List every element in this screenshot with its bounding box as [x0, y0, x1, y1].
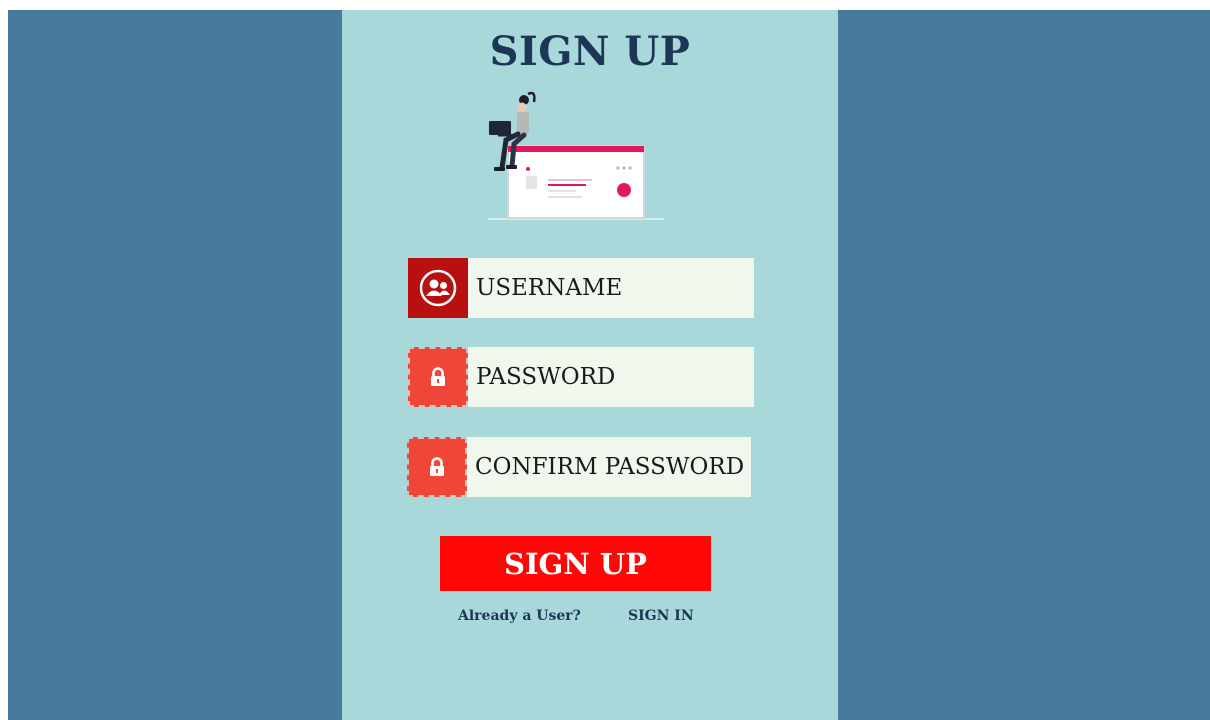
sign-in-link[interactable]: SIGN IN — [628, 608, 694, 624]
username-icon-box — [408, 258, 468, 318]
password-icon-box — [408, 347, 468, 407]
signup-panel: SIGN UP USERNAME PASSWORD CONFIRM PASSWO… — [342, 10, 838, 720]
confirm-password-field[interactable]: CONFIRM PASSWORD — [407, 437, 751, 497]
password-field[interactable]: PASSWORD — [408, 347, 754, 407]
page-title: SIGN UP — [489, 28, 691, 75]
username-field[interactable]: USERNAME — [408, 258, 754, 318]
users-icon — [419, 269, 457, 307]
signup-illustration — [488, 91, 664, 220]
page-background: SIGN UP USERNAME PASSWORD CONFIRM PASSWO… — [8, 10, 1210, 720]
confirm-password-icon-box — [407, 437, 467, 497]
lock-icon — [431, 367, 445, 386]
already-user-text: Already a User? — [458, 608, 581, 624]
username-label: USERNAME — [476, 275, 623, 301]
confirm-password-label: CONFIRM PASSWORD — [475, 454, 745, 480]
lock-icon — [430, 457, 444, 476]
sign-up-button[interactable]: SIGN UP — [440, 536, 711, 591]
password-label: PASSWORD — [476, 364, 616, 390]
